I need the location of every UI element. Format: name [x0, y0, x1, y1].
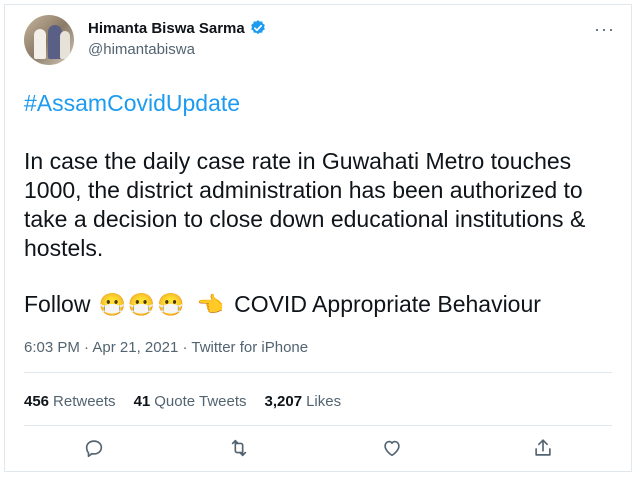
tweet-source[interactable]: Twitter for iPhone	[191, 339, 308, 356]
like-icon	[384, 440, 400, 457]
likes-label: Likes	[306, 393, 342, 410]
retweet-button[interactable]	[228, 437, 254, 463]
likes-count: 3,207	[264, 393, 303, 410]
mask-emoji-icon: 😷	[157, 291, 185, 317]
tweet-time[interactable]: 6:03 PM	[24, 339, 80, 356]
pointing-hand-emoji-icon: 👈	[196, 291, 225, 317]
meta-separator: ·	[182, 339, 188, 356]
meta-separator: ·	[84, 339, 90, 356]
verified-badge-icon	[250, 20, 265, 35]
quote-label: Quote Tweets	[154, 393, 247, 410]
retweets-label: Retweets	[53, 393, 116, 410]
mask-emoji-icon: 😷	[98, 291, 126, 317]
like-button[interactable]	[381, 437, 407, 463]
quote-count: 41	[133, 393, 151, 410]
tweet-actions	[5, 437, 631, 465]
share-icon	[535, 439, 551, 456]
author-name[interactable]: Himanta Biswa Sarma	[88, 20, 245, 37]
follow-line: Follow 😷 😷 😷 👈 COVID Appropriate Behavio…	[24, 291, 541, 318]
reply-button[interactable]	[83, 437, 109, 463]
tweet-stats: 456 Retweets 41 Quote Tweets 3,207 Likes	[24, 393, 341, 410]
retweet-icon	[231, 439, 247, 457]
reply-icon	[85, 440, 103, 458]
tweet-body: In case the daily case rate in Guwahati …	[24, 148, 586, 261]
divider	[24, 425, 612, 426]
divider	[24, 372, 612, 373]
follow-suffix: COVID Appropriate Behaviour	[234, 291, 541, 317]
author-handle[interactable]: @himantabiswa	[88, 41, 195, 58]
hashtag-link[interactable]: #AssamCovidUpdate	[24, 90, 240, 117]
avatar[interactable]	[24, 15, 74, 65]
quote-tweets-stat[interactable]: 41 Quote Tweets	[134, 393, 247, 410]
mask-emoji-icon: 😷	[127, 291, 156, 317]
author-name-row: Himanta Biswa Sarma	[88, 19, 267, 37]
retweets-stat[interactable]: 456 Retweets	[24, 393, 116, 410]
follow-prefix: Follow	[24, 291, 91, 317]
more-icon[interactable]: ···	[594, 19, 615, 40]
share-button[interactable]	[532, 437, 558, 463]
tweet-meta: 6:03 PM · Apr 21, 2021 · Twitter for iPh…	[24, 339, 308, 356]
tweet-date[interactable]: Apr 21, 2021	[92, 339, 178, 356]
tweet-card: Himanta Biswa Sarma @himantabiswa ··· #A…	[4, 4, 632, 472]
retweets-count: 456	[24, 393, 50, 410]
likes-stat[interactable]: 3,207 Likes	[265, 393, 342, 410]
